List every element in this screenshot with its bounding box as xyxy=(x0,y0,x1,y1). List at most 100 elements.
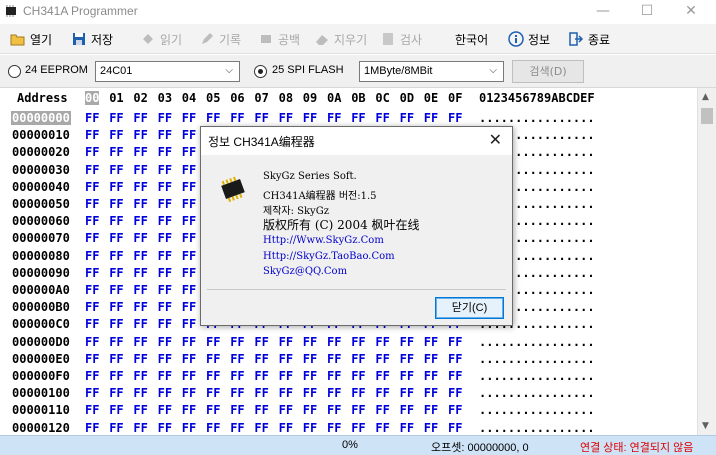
hex-byte[interactable]: FF xyxy=(158,180,172,194)
hex-row[interactable]: 000000F0 FF FF FF FF FF FF FF FF FF FF FF FF FF FF FF FF… xyxy=(0,367,697,384)
hex-byte[interactable]: FF xyxy=(448,403,462,417)
read-button[interactable]: 읽기 xyxy=(140,29,182,49)
hex-byte[interactable]: FF xyxy=(230,335,244,349)
hex-byte[interactable]: FF xyxy=(85,300,99,314)
hex-byte[interactable]: FF xyxy=(85,197,99,211)
hex-row[interactable]: 00000100 FF FF FF FF FF FF FF FF FF FF FF FF FF FF FF FF… xyxy=(0,384,697,401)
hex-byte[interactable]: FF xyxy=(158,386,172,400)
hex-byte[interactable]: FF xyxy=(182,128,196,142)
hex-byte[interactable]: FF xyxy=(448,386,462,400)
hex-byte[interactable]: FF xyxy=(133,300,147,314)
hex-byte[interactable]: FF xyxy=(85,266,99,280)
hex-byte[interactable]: FF xyxy=(109,421,123,435)
hex-byte[interactable]: FF xyxy=(109,145,123,159)
hex-byte[interactable]: FF xyxy=(133,197,147,211)
hex-byte[interactable]: FF xyxy=(85,403,99,417)
hex-byte[interactable]: FF xyxy=(375,335,389,349)
hex-byte[interactable]: FF xyxy=(133,214,147,228)
hex-byte[interactable]: FF xyxy=(327,421,341,435)
hex-byte[interactable]: FF xyxy=(158,145,172,159)
hex-byte[interactable]: FF xyxy=(254,352,268,366)
blank-button[interactable]: 공백 xyxy=(258,29,300,49)
hex-row[interactable]: 00000110 FF FF FF FF FF FF FF FF FF FF FF FF FF FF FF FF… xyxy=(0,401,697,418)
write-button[interactable]: 기록 xyxy=(199,29,241,49)
hex-byte[interactable]: FF xyxy=(375,421,389,435)
exit-button[interactable]: 종료 xyxy=(568,29,610,49)
hex-byte[interactable]: FF xyxy=(182,421,196,435)
hex-byte[interactable]: FF xyxy=(85,111,99,125)
hex-byte[interactable]: FF xyxy=(400,335,414,349)
hex-byte[interactable]: FF xyxy=(279,386,293,400)
hex-byte[interactable]: FF xyxy=(303,386,317,400)
hex-byte[interactable]: FF xyxy=(230,352,244,366)
save-button[interactable]: 저장 xyxy=(71,29,113,49)
hex-byte[interactable]: FF xyxy=(158,300,172,314)
hex-byte[interactable]: FF xyxy=(109,403,123,417)
hex-byte[interactable]: FF xyxy=(133,403,147,417)
hex-byte[interactable]: FF xyxy=(158,266,172,280)
hex-byte[interactable]: FF xyxy=(109,197,123,211)
hex-byte[interactable]: FF xyxy=(327,111,341,125)
hex-byte[interactable]: FF xyxy=(351,386,365,400)
hex-byte[interactable]: FF xyxy=(133,317,147,331)
hex-byte[interactable]: FF xyxy=(109,128,123,142)
hex-byte[interactable]: FF xyxy=(254,421,268,435)
hex-byte[interactable]: FF xyxy=(133,283,147,297)
hex-row[interactable]: 00000000 FF FF FF FF FF FF FF FF FF FF FF FF FF FF FF FF… xyxy=(0,109,697,126)
hex-byte[interactable]: FF xyxy=(158,403,172,417)
hex-byte[interactable]: FF xyxy=(424,421,438,435)
hex-byte[interactable]: FF xyxy=(230,369,244,383)
hex-byte[interactable]: FF xyxy=(85,180,99,194)
hex-byte[interactable]: FF xyxy=(182,231,196,245)
hex-byte[interactable]: FF xyxy=(158,197,172,211)
hex-byte[interactable]: FF xyxy=(303,335,317,349)
hex-byte[interactable]: FF xyxy=(254,403,268,417)
hex-byte[interactable]: FF xyxy=(279,335,293,349)
hex-byte[interactable]: FF xyxy=(375,111,389,125)
hex-byte[interactable]: FF xyxy=(448,335,462,349)
hex-byte[interactable]: FF xyxy=(230,421,244,435)
hex-byte[interactable]: FF xyxy=(206,386,220,400)
hex-byte[interactable]: FF xyxy=(303,352,317,366)
hex-byte[interactable]: FF xyxy=(85,163,99,177)
hex-byte[interactable]: FF xyxy=(85,421,99,435)
minimize-button[interactable]: — xyxy=(580,0,626,24)
hex-byte[interactable]: FF xyxy=(109,300,123,314)
hex-byte[interactable]: FF xyxy=(351,369,365,383)
dialog-link-email[interactable]: SkyGz@QQ.Com xyxy=(263,266,347,277)
spi-flash-radio[interactable] xyxy=(254,65,267,78)
hex-byte[interactable]: FF xyxy=(133,128,147,142)
eeprom-model-select[interactable]: 24C01 ⌵ xyxy=(95,61,240,82)
hex-byte[interactable]: FF xyxy=(400,369,414,383)
hex-byte[interactable]: FF xyxy=(206,369,220,383)
hex-byte[interactable]: FF xyxy=(158,421,172,435)
hex-byte[interactable]: FF xyxy=(424,335,438,349)
hex-byte[interactable]: FF xyxy=(182,249,196,263)
hex-byte[interactable]: FF xyxy=(182,197,196,211)
hex-byte[interactable]: FF xyxy=(424,403,438,417)
hex-byte[interactable]: FF xyxy=(254,369,268,383)
hex-byte[interactable]: FF xyxy=(327,352,341,366)
hex-byte[interactable]: FF xyxy=(279,352,293,366)
hex-byte[interactable]: FF xyxy=(85,317,99,331)
hex-byte[interactable]: FF xyxy=(375,386,389,400)
hex-byte[interactable]: FF xyxy=(109,249,123,263)
hex-byte[interactable]: FF xyxy=(109,180,123,194)
hex-byte[interactable]: FF xyxy=(158,163,172,177)
hex-byte[interactable]: FF xyxy=(230,386,244,400)
verify-button[interactable]: 검사 xyxy=(380,29,422,49)
hex-byte[interactable]: FF xyxy=(133,249,147,263)
hex-byte[interactable]: FF xyxy=(182,283,196,297)
hex-byte[interactable]: FF xyxy=(85,249,99,263)
hex-byte[interactable]: FF xyxy=(351,421,365,435)
hex-byte[interactable]: FF xyxy=(109,231,123,245)
hex-byte[interactable]: FF xyxy=(109,111,123,125)
dialog-close-button[interactable]: 닫기(C) xyxy=(435,297,504,319)
erase-button[interactable]: 지우기 xyxy=(314,29,367,49)
open-button[interactable]: 열기 xyxy=(10,29,52,49)
hex-byte[interactable]: FF xyxy=(182,317,196,331)
dialog-close-icon[interactable]: ✕ xyxy=(489,130,502,149)
hex-byte[interactable]: FF xyxy=(303,403,317,417)
hex-byte[interactable]: FF xyxy=(351,111,365,125)
hex-byte[interactable]: FF xyxy=(351,335,365,349)
